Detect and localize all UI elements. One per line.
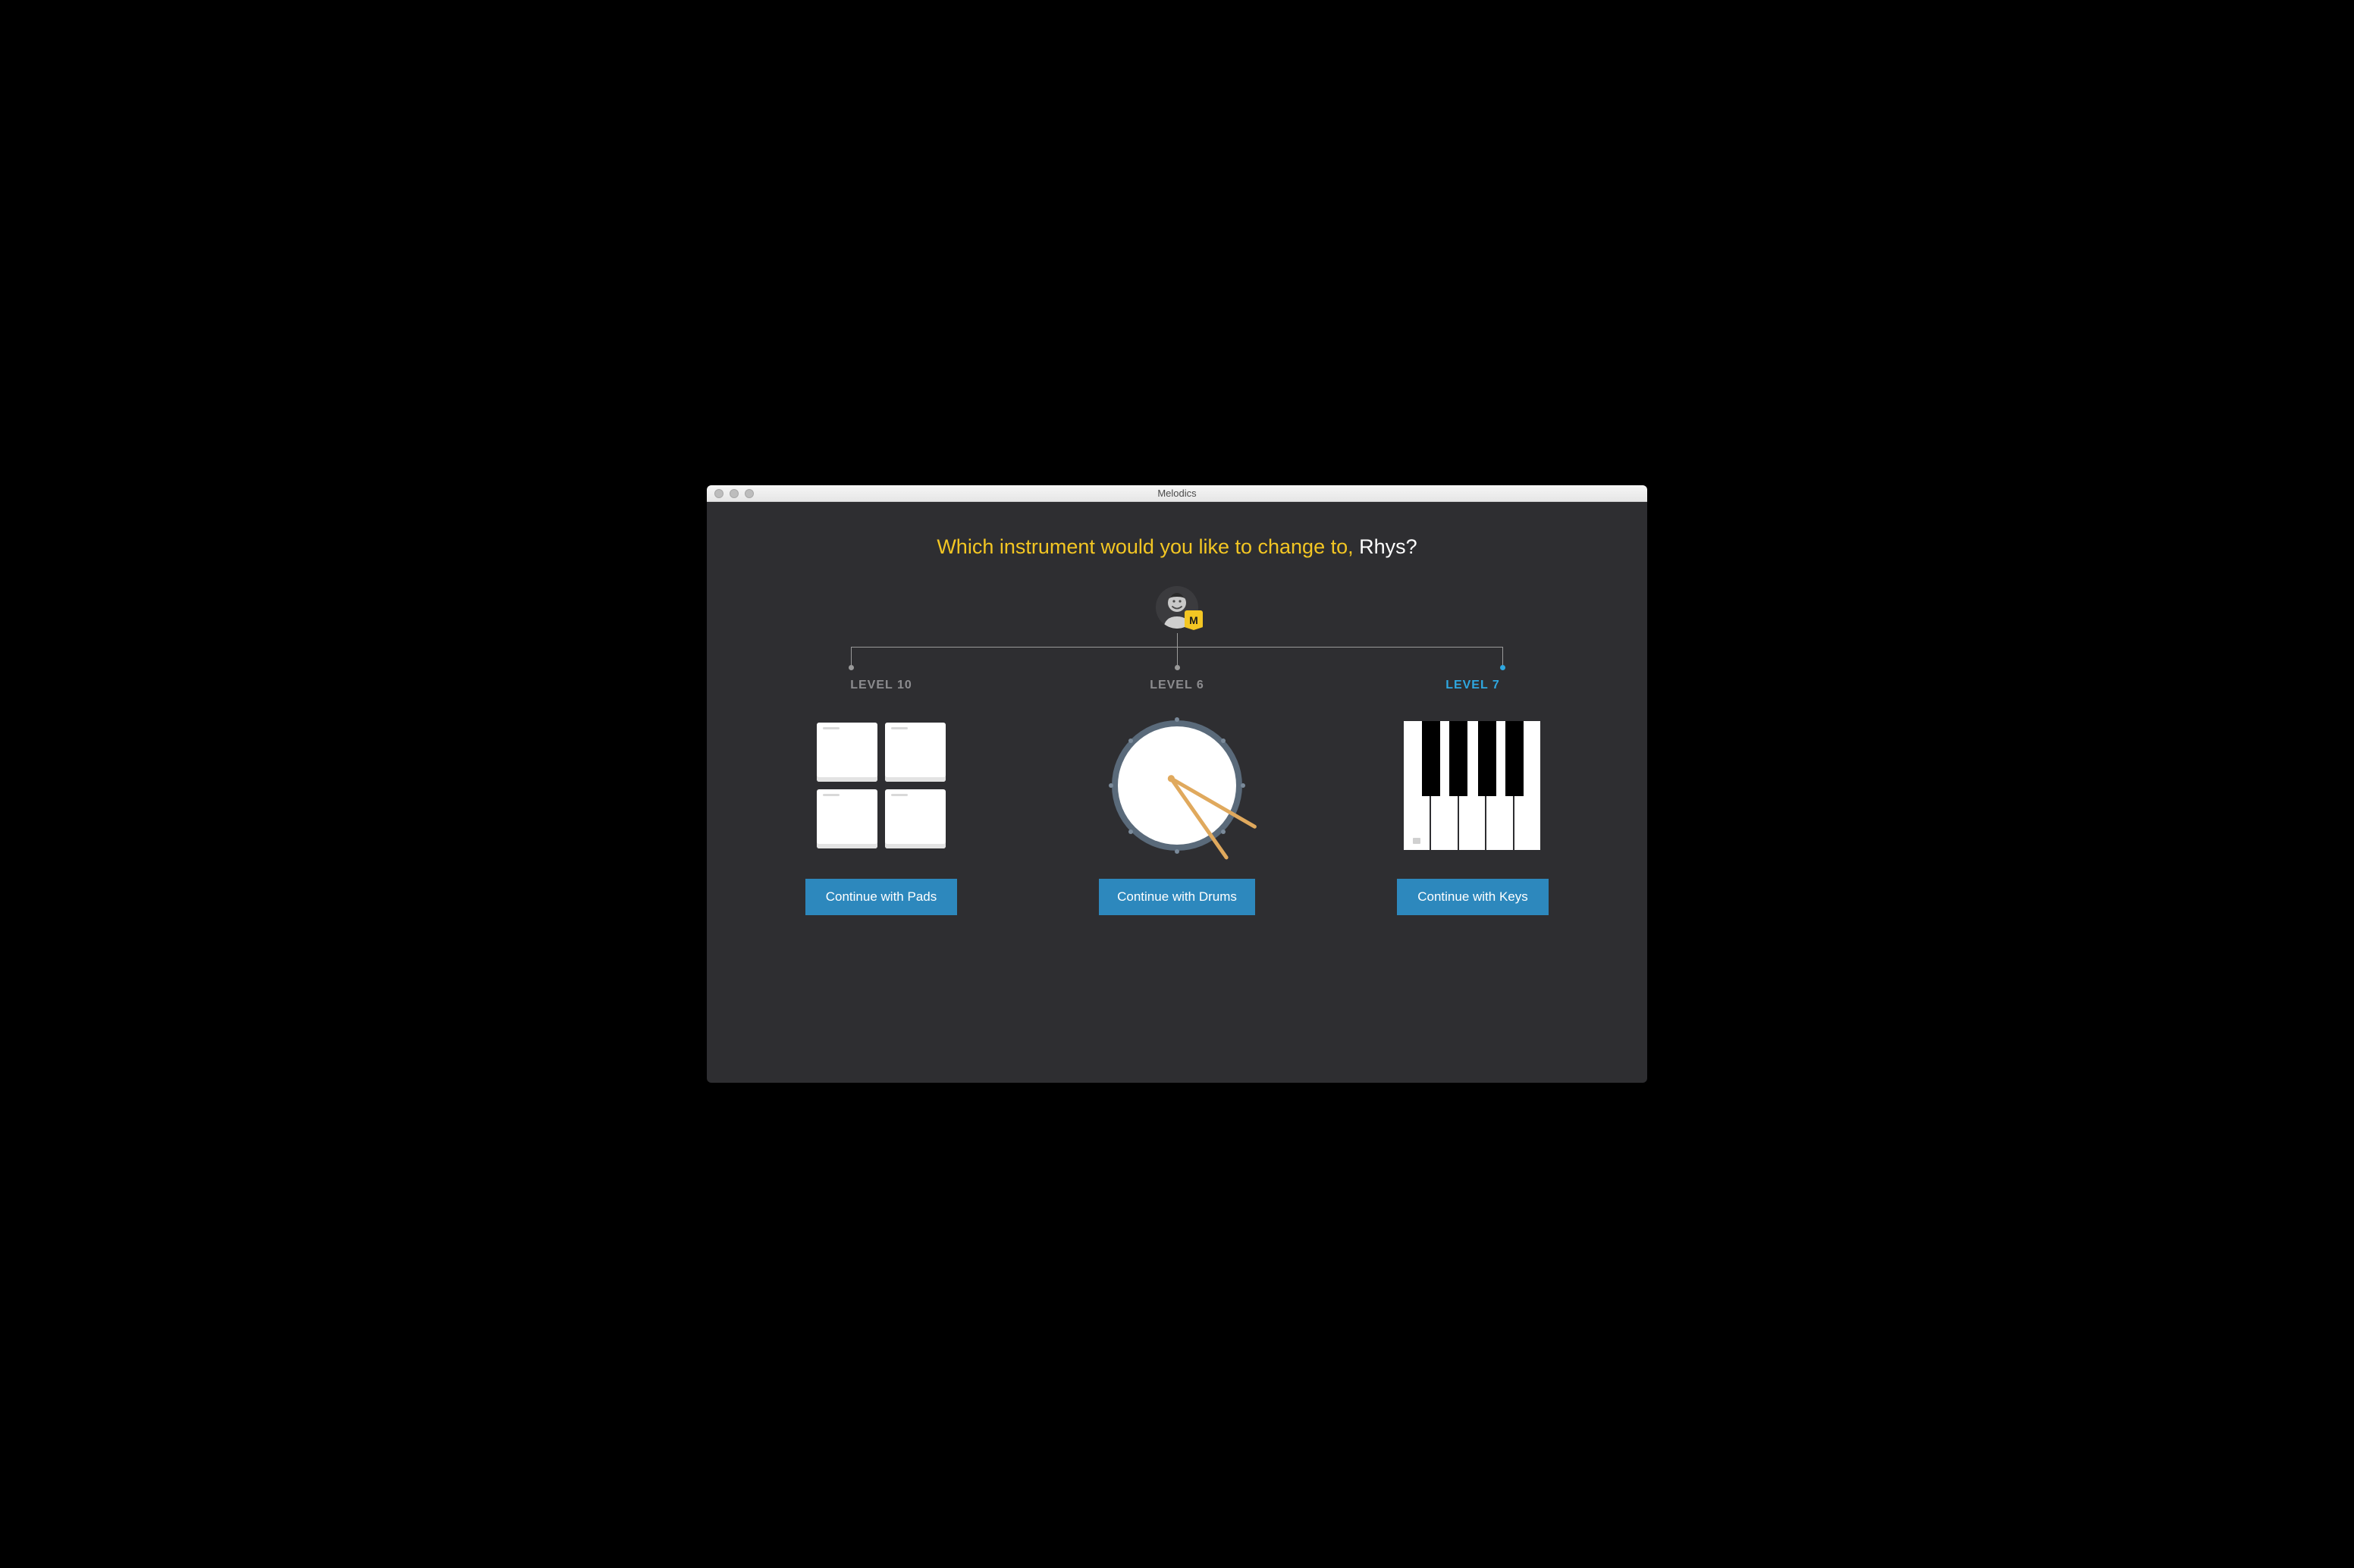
content-area: Which instrument would you like to chang… <box>707 502 1647 1083</box>
instrument-column-keys: LEVEL 7 <box>1374 679 1571 915</box>
continue-keys-button[interactable]: Continue with Keys <box>1397 879 1549 915</box>
instrument-column-drums: LEVEL 6 <box>1078 679 1276 915</box>
instrument-art-keys <box>1374 706 1571 865</box>
piano-keys-icon <box>1404 721 1542 850</box>
avatar: M <box>1156 586 1198 629</box>
continue-pads-button[interactable]: Continue with Pads <box>805 879 957 915</box>
branch-connector <box>752 633 1602 676</box>
level-label-drums: LEVEL 6 <box>1078 679 1276 692</box>
window-title: Melodics <box>707 488 1647 499</box>
instrument-columns: LEVEL 10 Continue with Pads LEVEL 6 <box>752 679 1602 915</box>
avatar-badge: M <box>1185 610 1203 630</box>
branch-node-drums <box>1177 647 1178 665</box>
app-window: Melodics Which instrument would you like… <box>707 485 1647 1083</box>
titlebar: Melodics <box>707 485 1647 502</box>
heading-user-name: Rhys? <box>1359 535 1417 558</box>
branch-node-keys <box>1502 647 1503 665</box>
continue-drums-button[interactable]: Continue with Drums <box>1099 879 1255 915</box>
level-label-keys: LEVEL 7 <box>1374 679 1571 692</box>
pads-icon <box>817 723 946 848</box>
instrument-art-drums <box>1078 706 1276 865</box>
branch-node-pads <box>851 647 852 665</box>
level-label-pads: LEVEL 10 <box>783 679 980 692</box>
heading-question: Which instrument would you like to chang… <box>937 535 1359 558</box>
instrument-art-pads <box>783 706 980 865</box>
page-heading: Which instrument would you like to chang… <box>752 535 1602 559</box>
drum-icon <box>1101 710 1253 861</box>
instrument-column-pads: LEVEL 10 Continue with Pads <box>783 679 980 915</box>
